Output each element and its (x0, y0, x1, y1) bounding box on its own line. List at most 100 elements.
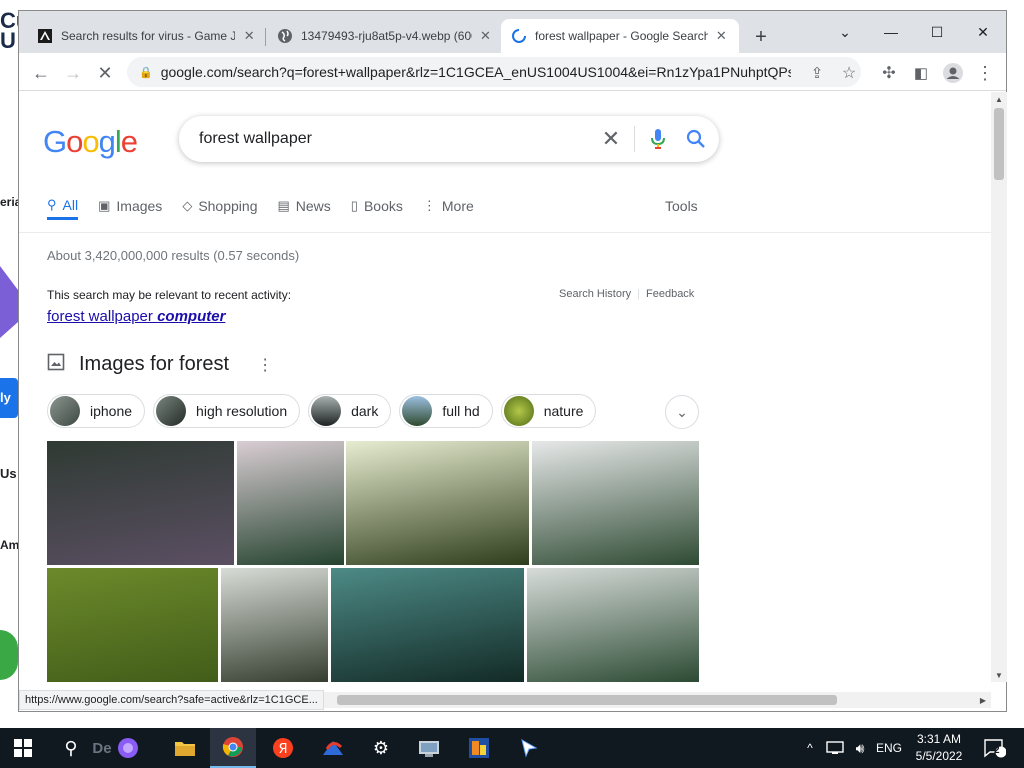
suggested-search-link[interactable]: forest wallpaper computer (47, 308, 225, 325)
settings-gear-icon[interactable]: ⚙ (358, 728, 404, 768)
desktop-icon-label: Am (0, 538, 20, 552)
images-section-header: Images for forest ⋮ (47, 353, 273, 376)
header-divider (19, 232, 991, 233)
share-icon[interactable]: ⇪ (803, 59, 831, 87)
forward-icon[interactable]: → (59, 59, 87, 87)
image-result[interactable] (532, 441, 699, 565)
tab-images[interactable]: ▣ Images (98, 192, 162, 220)
lock-icon[interactable]: 🔒 (139, 66, 153, 79)
new-tab-button[interactable]: + (749, 25, 773, 49)
image-icon (47, 353, 65, 376)
url-text[interactable]: google.com/search?q=forest+wallpaper&rlz… (161, 64, 791, 80)
close-icon[interactable]: ✕ (714, 28, 729, 44)
search-box[interactable]: forest wallpaper ✕ (179, 116, 719, 162)
search-icon: ⚲ (47, 196, 57, 212)
chip-nature[interactable]: nature (500, 394, 597, 428)
image-result[interactable] (527, 568, 699, 682)
google-logo[interactable]: Google (43, 124, 138, 160)
image-result[interactable] (47, 441, 234, 565)
menu-icon[interactable]: ⋮ (971, 59, 999, 87)
chip-thumbnail (50, 396, 80, 426)
browser-tab-active[interactable]: forest wallpaper - Google Search ✕ (501, 19, 739, 53)
scrollbar-thumb[interactable] (994, 108, 1004, 180)
scrollbar-thumb[interactable] (337, 695, 837, 705)
close-window-button[interactable]: ✕ (960, 17, 1006, 47)
tab-search-button[interactable]: ⌄ (822, 17, 868, 47)
scroll-right-icon[interactable]: ▶ (975, 692, 991, 708)
tab-label: Images (116, 198, 163, 214)
suggestion-bold: computer (157, 308, 226, 325)
more-vert-icon: ⋮ (422, 198, 436, 213)
microphone-icon[interactable] (643, 124, 673, 154)
desktop-app-icon[interactable] (0, 630, 18, 680)
tab-title: 13479493-rju8at5p-v4.webp (600 (301, 29, 472, 43)
chip-label: high resolution (196, 403, 288, 419)
image-result[interactable] (237, 441, 344, 565)
assistant-icon[interactable] (105, 728, 151, 768)
app-icon[interactable] (406, 728, 452, 768)
chip-full-hd[interactable]: full hd (399, 394, 493, 428)
address-bar[interactable]: 🔒 google.com/search?q=forest+wallpaper&r… (127, 57, 861, 87)
tab-more[interactable]: ⋮ More (423, 192, 474, 220)
chip-dark[interactable]: dark (308, 394, 392, 428)
tab-label: Shopping (198, 198, 258, 214)
notification-icon[interactable]: 2 (980, 728, 1010, 768)
tab-shopping[interactable]: ◇ Shopping (182, 192, 257, 220)
images-heading[interactable]: Images for forest (79, 353, 229, 376)
stop-icon[interactable]: ✕ (91, 59, 119, 87)
chip-iphone[interactable]: iphone (47, 394, 146, 428)
gamejolt-icon (37, 28, 53, 44)
chevron-down-icon[interactable]: ⌄ (665, 395, 699, 429)
logo-letter: G (43, 124, 67, 159)
clear-icon[interactable]: ✕ (596, 124, 626, 154)
maximize-button[interactable]: ☐ (914, 17, 960, 47)
search-icon[interactable]: ⚲ (48, 728, 94, 768)
close-icon[interactable]: ✕ (478, 28, 493, 44)
network-icon[interactable] (822, 728, 848, 768)
image-result[interactable] (331, 568, 524, 682)
tab-books[interactable]: ▯ Books (351, 192, 403, 220)
scroll-down-icon[interactable]: ▼ (991, 668, 1007, 682)
tab-strip: Search results for virus - Game Jo ✕ 134… (19, 11, 1006, 53)
tab-news[interactable]: ▤ News (277, 192, 330, 220)
image-result[interactable] (47, 568, 218, 682)
tab-all[interactable]: ⚲ All (47, 192, 79, 220)
image-result[interactable] (221, 568, 328, 682)
chevron-up-icon[interactable]: ^ (800, 728, 820, 768)
scroll-up-icon[interactable]: ▲ (991, 92, 1007, 106)
browser-tab[interactable]: 13479493-rju8at5p-v4.webp (600 ✕ (267, 19, 503, 53)
close-icon[interactable]: ✕ (241, 28, 257, 44)
minimize-button[interactable]: — (868, 17, 914, 47)
chip-high-resolution[interactable]: high resolution (153, 394, 301, 428)
cursor-app-icon[interactable] (506, 728, 552, 768)
tab-label: News (295, 198, 331, 214)
search-history-link[interactable]: Search History (559, 288, 631, 300)
vertical-scrollbar[interactable]: ▲ ▼ (991, 92, 1007, 682)
bookmark-star-icon[interactable]: ☆ (835, 59, 863, 87)
yandex-browser-icon[interactable]: Я (260, 728, 306, 768)
language-indicator[interactable]: ENG (874, 728, 904, 768)
chrome-icon[interactable] (210, 728, 256, 768)
globe-icon (277, 28, 293, 44)
file-explorer-icon[interactable] (162, 728, 208, 768)
back-icon[interactable]: ← (27, 59, 55, 87)
extensions-icon[interactable]: ✣ (875, 59, 903, 87)
tag-icon: ◇ (182, 198, 193, 213)
volume-icon[interactable]: 🔊︎ (848, 728, 872, 768)
image-result[interactable] (346, 441, 529, 565)
svg-text:Я: Я (278, 742, 287, 757)
desktop-app-icon[interactable] (0, 266, 18, 338)
tools-button[interactable]: Tools (665, 192, 698, 220)
feedback-link[interactable]: Feedback (646, 288, 694, 300)
profile-icon[interactable] (939, 59, 967, 87)
search-icon[interactable] (681, 124, 711, 154)
more-vert-icon[interactable]: ⋮ (257, 355, 273, 375)
search-input[interactable]: forest wallpaper (199, 130, 596, 148)
app-icon[interactable] (456, 728, 502, 768)
browser-tab[interactable]: Search results for virus - Game Jo ✕ (27, 19, 267, 53)
app-icon[interactable] (310, 728, 356, 768)
system-clock[interactable]: 3:31 AM 5/5/2022 (904, 731, 974, 765)
windows-start-icon[interactable] (0, 728, 46, 768)
taskbar: ⚲ De Я ⚙ ^ 🔊︎ ENG 3:31 AM 5/5/2022 2 (0, 728, 1024, 768)
side-panel-icon[interactable]: ◧ (907, 59, 935, 87)
